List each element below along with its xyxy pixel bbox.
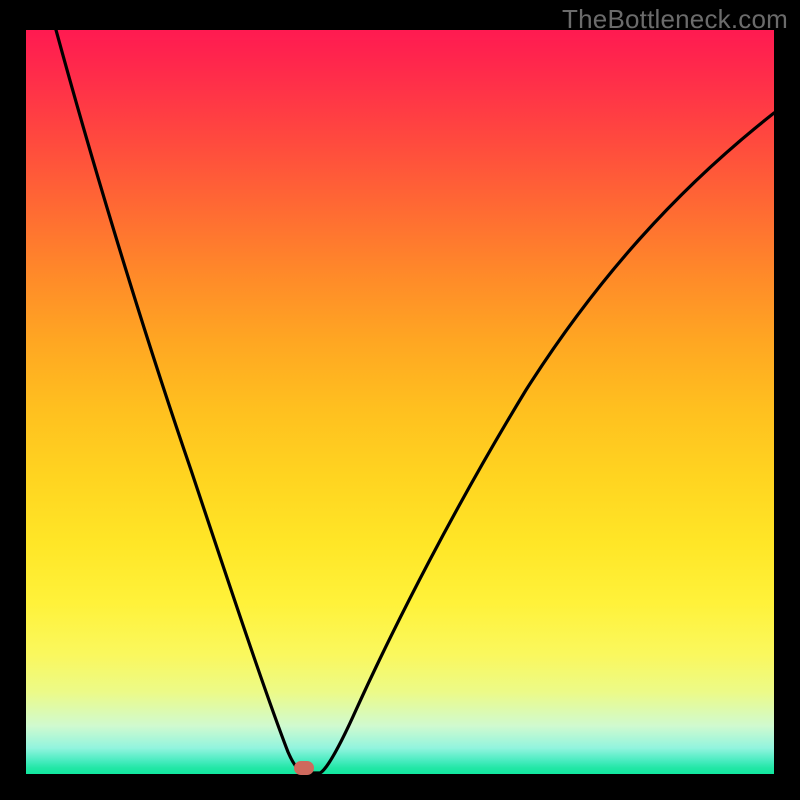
plot-area — [26, 30, 774, 774]
marker-dot — [294, 761, 314, 775]
bottleneck-curve — [26, 30, 774, 774]
chart-frame: TheBottleneck.com — [0, 0, 800, 800]
curve-path — [56, 30, 774, 773]
